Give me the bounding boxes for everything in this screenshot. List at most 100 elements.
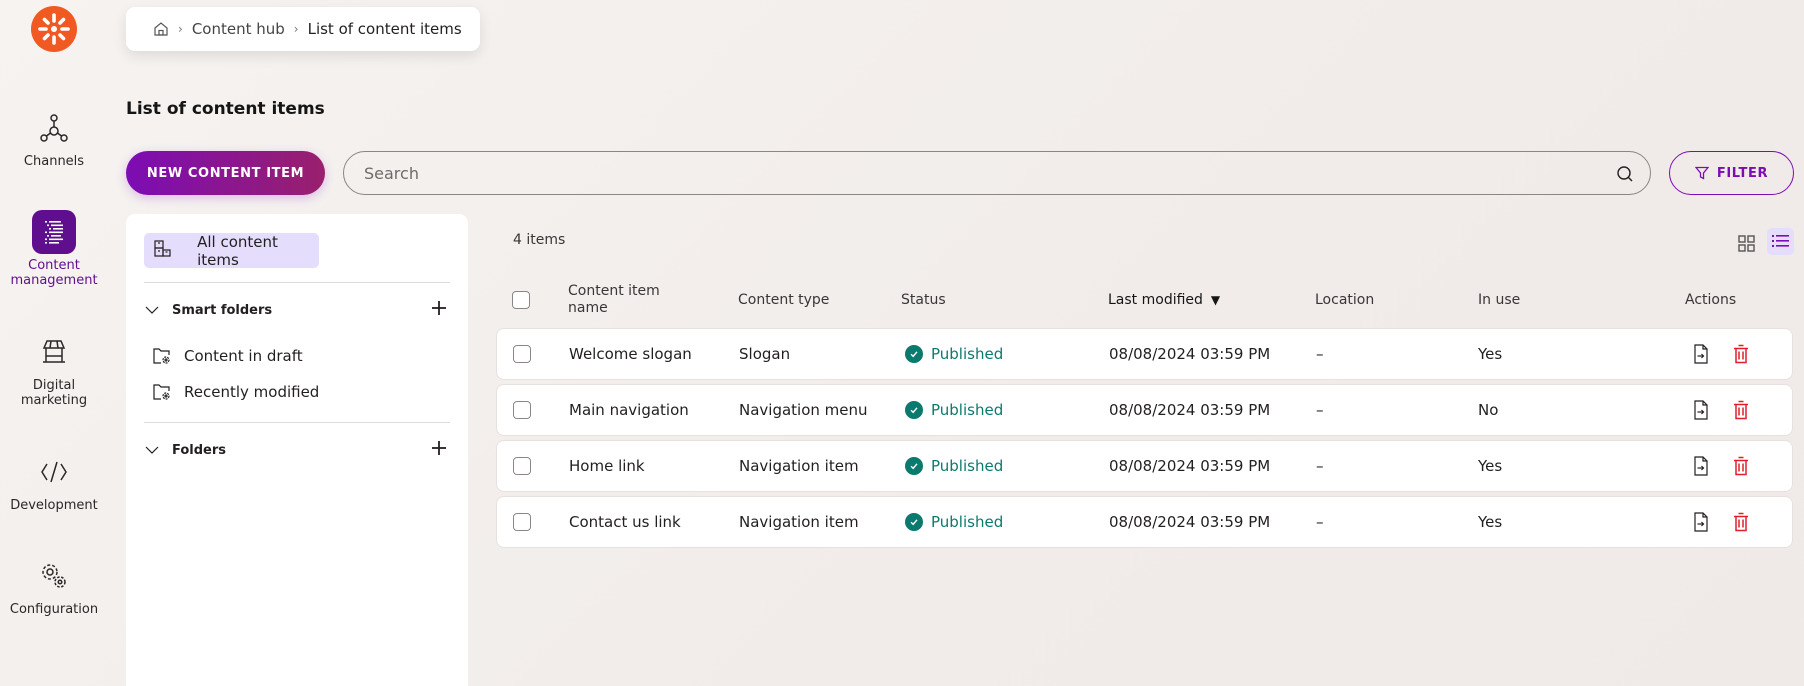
kentico-logo-icon[interactable] xyxy=(31,6,77,52)
delete-icon[interactable] xyxy=(1733,512,1749,532)
published-check-icon xyxy=(905,345,923,363)
delete-icon[interactable] xyxy=(1733,456,1749,476)
status-text: Published xyxy=(931,513,1004,531)
table-row[interactable]: Home link Navigation item Published 08/0… xyxy=(496,440,1793,492)
column-header-in-use[interactable]: In use xyxy=(1478,280,1520,320)
grid-icon xyxy=(1737,234,1755,252)
nav-label: Development xyxy=(10,498,98,513)
last-modified: 08/08/2024 03:59 PM xyxy=(1109,513,1271,531)
select-all-cell xyxy=(512,280,530,320)
status-badge: Published xyxy=(905,385,1003,435)
in-use: No xyxy=(1478,401,1499,419)
nav-item-configuration[interactable]: Configuration xyxy=(0,554,108,617)
row-checkbox[interactable] xyxy=(513,513,531,531)
table-row[interactable]: Main navigation Navigation menu Publishe… xyxy=(496,384,1793,436)
divider xyxy=(144,422,450,423)
chevron-down-icon[interactable] xyxy=(144,441,164,459)
sort-descending-icon: ▼ xyxy=(1210,292,1221,307)
select-all-checkbox[interactable] xyxy=(512,291,530,309)
add-smart-folder-icon[interactable] xyxy=(431,300,447,320)
last-modified: 08/08/2024 03:59 PM xyxy=(1109,401,1271,419)
all-content-items-label: All content items xyxy=(197,232,278,269)
code-icon xyxy=(32,450,76,494)
breadcrumb: › Content hub › List of content items xyxy=(126,7,480,51)
content-management-icon xyxy=(32,210,76,254)
row-select-cell xyxy=(513,329,531,379)
in-use: Yes xyxy=(1478,457,1503,475)
nav-label: Content management xyxy=(0,258,108,288)
folder-panel: All content items Smart folders Content … xyxy=(126,214,468,686)
filter-label: FILTER xyxy=(1716,165,1769,181)
storefront-icon xyxy=(32,330,76,374)
home-icon[interactable] xyxy=(153,21,169,37)
nav-item-channels[interactable]: Channels xyxy=(0,106,108,169)
column-header-name[interactable]: Content item name xyxy=(568,280,660,320)
smart-folder-item[interactable]: Recently modified xyxy=(152,380,319,404)
main-navigation: Channels Content management Digital mark… xyxy=(0,0,108,686)
status-badge: Published xyxy=(905,329,1003,379)
row-checkbox[interactable] xyxy=(513,457,531,475)
nav-label: Digital marketing xyxy=(0,378,108,408)
nav-label-line: management xyxy=(10,273,98,288)
location: – xyxy=(1316,457,1324,475)
open-item-icon[interactable] xyxy=(1693,344,1709,364)
nav-label: Channels xyxy=(23,154,85,169)
add-folder-icon[interactable] xyxy=(431,440,447,460)
row-checkbox[interactable] xyxy=(513,401,531,419)
chevron-down-icon[interactable] xyxy=(144,301,164,319)
smart-folder-label: Content in draft xyxy=(184,347,303,365)
row-select-cell xyxy=(513,441,531,491)
column-header-type[interactable]: Content type xyxy=(738,280,829,320)
column-header-text: name xyxy=(568,300,608,316)
nav-item-digital-marketing[interactable]: Digital marketing xyxy=(0,330,108,408)
in-use: Yes xyxy=(1478,513,1503,531)
open-item-icon[interactable] xyxy=(1693,512,1709,532)
nav-item-content-management[interactable]: Content management xyxy=(0,210,108,288)
search-icon[interactable] xyxy=(1616,165,1634,187)
filter-button[interactable]: FILTER xyxy=(1669,151,1794,195)
row-actions xyxy=(1693,385,1749,435)
published-check-icon xyxy=(905,513,923,531)
nav-label-line: marketing xyxy=(20,393,88,408)
row-actions xyxy=(1693,329,1749,379)
delete-icon[interactable] xyxy=(1733,400,1749,420)
new-content-item-button[interactable]: NEW CONTENT ITEM xyxy=(126,151,325,195)
open-item-icon[interactable] xyxy=(1693,456,1709,476)
column-header-location[interactable]: Location xyxy=(1315,280,1374,320)
all-content-items[interactable]: All content items xyxy=(144,232,319,269)
last-modified: 08/08/2024 03:59 PM xyxy=(1109,457,1271,475)
column-header-status[interactable]: Status xyxy=(901,280,946,320)
status-badge: Published xyxy=(905,441,1003,491)
smart-folder-label: Recently modified xyxy=(184,383,320,401)
breadcrumb-item-content-hub[interactable]: Content hub xyxy=(192,20,285,38)
location: – xyxy=(1316,513,1324,531)
grid-view-toggle[interactable] xyxy=(1733,230,1759,256)
list-view-toggle[interactable] xyxy=(1767,228,1794,255)
item-name[interactable]: Contact us link xyxy=(569,497,681,547)
content-items-icon xyxy=(153,239,174,263)
content-type: Navigation menu xyxy=(739,401,868,419)
table-row[interactable]: Contact us link Navigation item Publishe… xyxy=(496,496,1793,548)
nav-label-line: Digital xyxy=(32,378,76,393)
folders-title[interactable]: Folders xyxy=(172,443,226,458)
row-checkbox[interactable] xyxy=(513,345,531,363)
smart-folder-item[interactable]: Content in draft xyxy=(152,344,303,368)
location: – xyxy=(1316,345,1324,363)
open-item-icon[interactable] xyxy=(1693,400,1709,420)
status-text: Published xyxy=(931,401,1004,419)
search-box xyxy=(343,151,1651,195)
status-text: Published xyxy=(931,457,1004,475)
nav-label: Configuration xyxy=(9,602,99,617)
nav-item-development[interactable]: Development xyxy=(0,450,108,513)
delete-icon[interactable] xyxy=(1733,344,1749,364)
item-name[interactable]: Main navigation xyxy=(569,385,689,435)
search-input[interactable] xyxy=(364,152,1604,194)
row-select-cell xyxy=(513,385,531,435)
table-row[interactable]: Welcome slogan Slogan Published 08/08/20… xyxy=(496,328,1793,380)
channels-icon xyxy=(32,106,76,150)
item-name[interactable]: Home link xyxy=(569,441,645,491)
last-modified: 08/08/2024 03:59 PM xyxy=(1109,345,1271,363)
item-name[interactable]: Welcome slogan xyxy=(569,329,692,379)
smart-folders-title[interactable]: Smart folders xyxy=(172,303,272,318)
column-header-last-modified[interactable]: Last modified ▼ xyxy=(1108,280,1220,320)
